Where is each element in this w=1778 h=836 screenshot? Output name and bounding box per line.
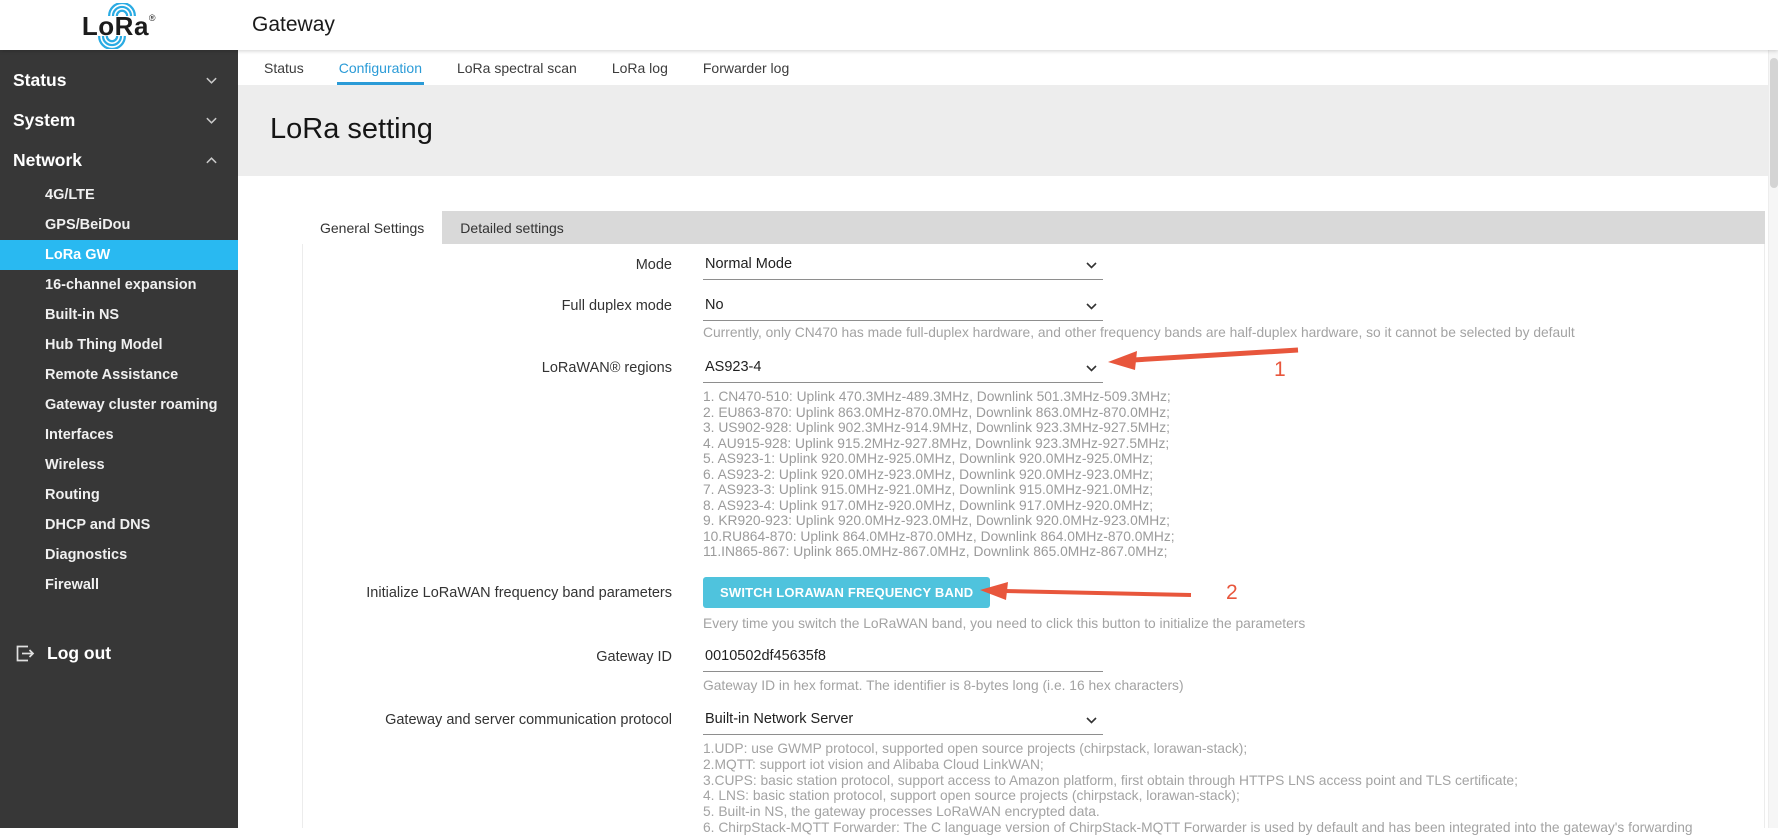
full-duplex-select[interactable]: No bbox=[703, 294, 1103, 321]
sidebar-item-4g-lte[interactable]: 4G/LTE bbox=[0, 180, 238, 210]
lorawan-regions-label: LoRaWAN® regions bbox=[302, 356, 672, 383]
lora-logo: LoRa® bbox=[82, 3, 156, 49]
region-list-line: 1. CN470-510: Uplink 470.3MHz-489.3MHz, … bbox=[703, 389, 1263, 405]
sidebar-item-hub-thing-model[interactable]: Hub Thing Model bbox=[0, 330, 238, 360]
sidebar-item-remote-assistance[interactable]: Remote Assistance bbox=[0, 360, 238, 390]
mode-value: Normal Mode bbox=[705, 256, 792, 272]
full-duplex-help-text: Currently, only CN470 has made full-dupl… bbox=[703, 325, 1763, 341]
init-band-help-text: Every time you switch the LoRaWAN band, … bbox=[703, 616, 1703, 632]
sidebar-item-built-in-ns[interactable]: Built-in NS bbox=[0, 300, 238, 330]
sidebar-item-lora-gw[interactable]: LoRa GW bbox=[0, 240, 238, 270]
full-duplex-value: No bbox=[705, 297, 724, 313]
sidebar-section-status[interactable]: Status bbox=[0, 60, 238, 100]
logo-waves-bottom-icon bbox=[88, 36, 136, 49]
logout-icon bbox=[16, 645, 35, 662]
chevron-down-icon bbox=[205, 114, 218, 127]
region-list: 1. CN470-510: Uplink 470.3MHz-489.3MHz, … bbox=[703, 389, 1263, 560]
sidebar-section-label: Status bbox=[13, 70, 66, 91]
protocol-help-line: 5. Built-in NS, the gateway processes Lo… bbox=[703, 804, 1773, 820]
region-list-line: 2. EU863-870: Uplink 863.0MHz-870.0MHz, … bbox=[703, 405, 1263, 421]
region-list-line: 8. AS923-4: Uplink 917.0MHz-920.0MHz, Do… bbox=[703, 498, 1263, 514]
gateway-id-input[interactable]: 0010502df45635f8 bbox=[703, 645, 1103, 672]
gateway-id-help-text: Gateway ID in hex format. The identifier… bbox=[703, 678, 1703, 694]
tab-lora-spectral-scan[interactable]: LoRa spectral scan bbox=[455, 50, 579, 85]
sidebar-item-16-channel-expansion[interactable]: 16-channel expansion bbox=[0, 270, 238, 300]
tab-status[interactable]: Status bbox=[262, 50, 306, 85]
sidebar-item-gateway-cluster-roaming[interactable]: Gateway cluster roaming bbox=[0, 390, 238, 420]
page-title: LoRa setting bbox=[270, 113, 1778, 146]
sidebar-nav: Status System Network 4G/LTE GPS/BeiDou … bbox=[0, 50, 238, 828]
sidebar-section-label: System bbox=[13, 110, 75, 131]
main-content: Status Configuration LoRa spectral scan … bbox=[238, 50, 1778, 828]
region-list-line: 11.IN865-867: Uplink 865.0MHz-867.0MHz, … bbox=[703, 544, 1263, 560]
tab-detailed-settings[interactable]: Detailed settings bbox=[442, 211, 582, 244]
tab-configuration[interactable]: Configuration bbox=[337, 50, 424, 85]
tab-forwarder-log[interactable]: Forwarder log bbox=[701, 50, 791, 85]
chevron-down-icon bbox=[205, 74, 218, 87]
sidebar-item-firewall[interactable]: Firewall bbox=[0, 570, 238, 600]
gateway-id-label: Gateway ID bbox=[302, 645, 672, 672]
protocol-value: Built-in Network Server bbox=[705, 711, 853, 727]
init-band-label: Initialize LoRaWAN frequency band parame… bbox=[302, 577, 672, 608]
region-list-line: 4. AU915-928: Uplink 915.2MHz-927.8MHz, … bbox=[703, 436, 1263, 452]
region-list-line: 3. US902-928: Uplink 902.3MHz-914.9MHz, … bbox=[703, 420, 1263, 436]
sidebar-section-network[interactable]: Network bbox=[0, 140, 238, 180]
chevron-down-icon bbox=[1086, 262, 1097, 269]
settings-section: General Settings Detailed settings Mode … bbox=[238, 176, 1778, 828]
region-list-line: 9. KR920-923: Uplink 920.0MHz-923.0MHz, … bbox=[703, 513, 1263, 529]
region-list-line: 10.RU864-870: Uplink 864.0MHz-870.0MHz, … bbox=[703, 529, 1263, 545]
lorawan-regions-select[interactable]: AS923-4 bbox=[703, 356, 1103, 383]
sidebar-item-routing[interactable]: Routing bbox=[0, 480, 238, 510]
region-list-line: 6. AS923-2: Uplink 920.0MHz-923.0MHz, Do… bbox=[703, 467, 1263, 483]
sidebar-item-diagnostics[interactable]: Diagnostics bbox=[0, 540, 238, 570]
switch-lorawan-frequency-band-button[interactable]: SWITCH LORAWAN FREQUENCY BAND bbox=[703, 577, 990, 608]
logout-button[interactable]: Log out bbox=[0, 632, 238, 674]
sidebar-item-wireless[interactable]: Wireless bbox=[0, 450, 238, 480]
protocol-help-line: 4. LNS: basic station protocol, support … bbox=[703, 788, 1773, 804]
sidebar-item-gps-beidou[interactable]: GPS/BeiDou bbox=[0, 210, 238, 240]
sidebar-item-interfaces[interactable]: Interfaces bbox=[0, 420, 238, 450]
lorawan-regions-value: AS923-4 bbox=[705, 359, 761, 375]
protocol-label: Gateway and server communication protoco… bbox=[302, 708, 672, 735]
protocol-help-line: 3.CUPS: basic station protocol, support … bbox=[703, 773, 1773, 789]
mode-label: Mode bbox=[302, 253, 672, 280]
gateway-id-value: 0010502df45635f8 bbox=[705, 648, 826, 664]
sidebar-section-system[interactable]: System bbox=[0, 100, 238, 140]
mode-select[interactable]: Normal Mode bbox=[703, 253, 1103, 280]
chevron-up-icon bbox=[205, 154, 218, 167]
chevron-down-icon bbox=[1086, 365, 1097, 372]
app-title: Gateway bbox=[252, 13, 335, 37]
sidebar-item-dhcp-and-dns[interactable]: DHCP and DNS bbox=[0, 510, 238, 540]
full-duplex-label: Full duplex mode bbox=[302, 294, 672, 321]
vertical-scrollbar[interactable] bbox=[1768, 50, 1778, 828]
tab-lora-log[interactable]: LoRa log bbox=[610, 50, 670, 85]
chevron-down-icon bbox=[1086, 303, 1097, 310]
top-header: LoRa® Gateway bbox=[0, 0, 1778, 50]
region-list-line: 5. AS923-1: Uplink 920.0MHz-925.0MHz, Do… bbox=[703, 451, 1263, 467]
protocol-select[interactable]: Built-in Network Server bbox=[703, 708, 1103, 735]
protocol-help-line: 2.MQTT: support iot vision and Alibaba C… bbox=[703, 757, 1773, 773]
page-title-band: LoRa setting bbox=[238, 85, 1778, 176]
logout-label: Log out bbox=[47, 643, 111, 664]
sidebar-section-label: Network bbox=[13, 150, 82, 171]
scrollbar-thumb[interactable] bbox=[1770, 58, 1778, 188]
page-tabbar: Status Configuration LoRa spectral scan … bbox=[238, 50, 1778, 85]
protocol-help-line: 1.UDP: use GWMP protocol, supported open… bbox=[703, 741, 1773, 757]
region-list-line: 7. AS923-3: Uplink 915.0MHz-921.0MHz, Do… bbox=[703, 482, 1263, 498]
protocol-help-list: 1.UDP: use GWMP protocol, supported open… bbox=[703, 741, 1773, 836]
panel-tabbar: General Settings Detailed settings bbox=[302, 211, 1765, 244]
tab-general-settings[interactable]: General Settings bbox=[302, 211, 442, 244]
chevron-down-icon bbox=[1086, 717, 1097, 724]
